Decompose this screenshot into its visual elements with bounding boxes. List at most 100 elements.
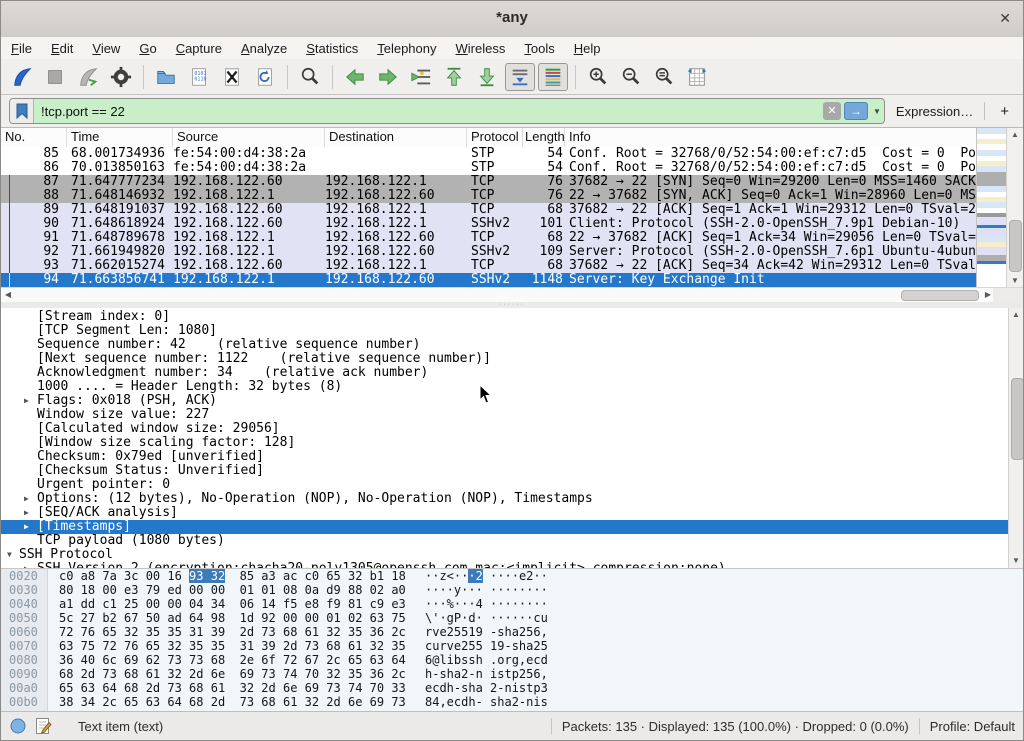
auto-scroll-toggle[interactable] <box>505 63 535 91</box>
filter-apply-button[interactable]: → <box>844 102 868 120</box>
menu-edit[interactable]: Edit <box>51 41 73 56</box>
scroll-up-arrow[interactable]: ▲ <box>1009 308 1023 322</box>
details-vscrollbar[interactable]: ▲ ▼ <box>1008 308 1023 568</box>
profile-indicator[interactable]: Profile: Default <box>930 719 1015 734</box>
display-filter-input[interactable]: !tcp.port == 22 <box>34 104 823 119</box>
reload-file-button[interactable] <box>250 63 280 91</box>
hex-bytes[interactable]: c0 a8 7a 3c 00 16 93 32 85 a3 ac c0 65 3… <box>59 569 406 583</box>
menu-wireless[interactable]: Wireless <box>456 41 506 56</box>
hex-row-00b0[interactable]: 00b038 34 2c 65 63 64 68 2d 73 68 61 32 … <box>1 695 1023 709</box>
detail-line[interactable]: ▶Options: (12 bytes), No-Operation (NOP)… <box>1 492 1011 506</box>
menu-go[interactable]: Go <box>139 41 156 56</box>
filter-add-button[interactable]: + <box>994 103 1015 120</box>
scroll-thumb[interactable] <box>901 290 979 301</box>
filter-bookmark-button[interactable] <box>10 99 34 123</box>
go-to-packet-button[interactable] <box>406 63 436 91</box>
hex-ascii[interactable]: rve25519 -sha256, <box>425 625 548 639</box>
hex-row-0070[interactable]: 007063 75 72 76 65 32 35 35 31 39 2d 73 … <box>1 639 1023 653</box>
hex-row-0060[interactable]: 006072 76 65 32 35 35 31 39 2d 73 68 61 … <box>1 625 1023 639</box>
hex-bytes[interactable]: 72 76 65 32 35 35 31 39 2d 73 68 61 32 3… <box>59 625 406 639</box>
hex-bytes[interactable]: 36 40 6c 69 62 73 73 68 2e 6f 72 67 2c 6… <box>59 653 406 667</box>
menu-analyze[interactable]: Analyze <box>241 41 287 56</box>
collapsed-arrow-icon[interactable]: ▶ <box>24 506 29 520</box>
detail-line[interactable]: ▼SSH Protocol <box>1 548 1011 562</box>
restart-capture-button[interactable] <box>73 63 103 91</box>
detail-line[interactable]: 1000 .... = Header Length: 32 bytes (8) <box>1 380 1011 394</box>
detail-line[interactable]: Acknowledgment number: 34 (relative ack … <box>1 366 1011 380</box>
hex-ascii[interactable]: ··z<···2 ····e2·· <box>425 569 548 583</box>
packet-row-86[interactable]: 8670.013850163fe:54:00:d4:38:2aSTP54Conf… <box>1 161 979 175</box>
hex-bytes[interactable]: 80 18 00 e3 79 ed 00 00 01 01 08 0a d9 8… <box>59 583 406 597</box>
hex-row-0040[interactable]: 0040a1 dd c1 25 00 00 04 34 06 14 f5 e8 … <box>1 597 1023 611</box>
packet-row-90[interactable]: 9071.648618924192.168.122.60192.168.122.… <box>1 217 979 231</box>
hex-ascii[interactable]: ···%···4 ········ <box>425 597 548 611</box>
hex-row-0080[interactable]: 008036 40 6c 69 62 73 73 68 2e 6f 72 67 … <box>1 653 1023 667</box>
packet-row-88[interactable]: 8871.648146932192.168.122.1192.168.122.6… <box>1 189 979 203</box>
hex-row-00a0[interactable]: 00a065 63 64 68 2d 73 68 61 32 2d 6e 69 … <box>1 681 1023 695</box>
packet-row-94[interactable]: 9471.663856741192.168.122.1192.168.122.6… <box>1 273 979 287</box>
packet-row-92[interactable]: 9271.661949820192.168.122.1192.168.122.6… <box>1 245 979 259</box>
menu-capture[interactable]: Capture <box>176 41 222 56</box>
collapsed-arrow-icon[interactable]: ▶ <box>24 520 29 534</box>
detail-line[interactable]: [Window size scaling factor: 128] <box>1 436 1011 450</box>
stop-capture-button[interactable] <box>40 63 70 91</box>
zoom-in-button[interactable] <box>583 63 613 91</box>
scroll-thumb[interactable] <box>1011 378 1024 460</box>
open-file-button[interactable] <box>151 63 181 91</box>
packet-list-vscrollbar[interactable]: ▲ ▼ <box>1006 128 1023 288</box>
packet-row-91[interactable]: 9171.648789678192.168.122.1192.168.122.6… <box>1 231 979 245</box>
zoom-original-button[interactable] <box>649 63 679 91</box>
titlebar[interactable]: *any ✕ <box>1 1 1023 38</box>
menu-statistics[interactable]: Statistics <box>306 41 358 56</box>
save-file-button[interactable]: 01010110 <box>184 63 214 91</box>
hex-bytes[interactable]: 68 2d 73 68 61 32 2d 6e 69 73 74 70 32 3… <box>59 667 406 681</box>
column-header-info[interactable]: Info <box>565 128 979 147</box>
hex-ascii[interactable]: curve255 19-sha25 <box>425 639 548 653</box>
scroll-up-arrow[interactable]: ▲ <box>1007 128 1023 142</box>
menu-tools[interactable]: Tools <box>524 41 554 56</box>
resize-columns-button[interactable] <box>682 63 712 91</box>
detail-line[interactable]: [TCP Segment Len: 1080] <box>1 324 1011 338</box>
detail-line[interactable]: TCP payload (1080 bytes) <box>1 534 1011 548</box>
zoom-out-button[interactable] <box>616 63 646 91</box>
packet-row-87[interactable]: 8771.647777234192.168.122.60192.168.122.… <box>1 175 979 189</box>
hex-bytes[interactable]: 65 63 64 68 2d 73 68 61 32 2d 6e 69 73 7… <box>59 681 406 695</box>
expression-button[interactable]: Expression… <box>894 104 975 119</box>
column-header-length[interactable]: Length <box>523 128 565 147</box>
close-file-button[interactable] <box>217 63 247 91</box>
go-back-button[interactable] <box>340 63 370 91</box>
hex-ascii[interactable]: 6@libssh .org,ecd <box>425 653 548 667</box>
menu-telephony[interactable]: Telephony <box>377 41 436 56</box>
column-header-destination[interactable]: Destination <box>325 128 467 147</box>
column-header-no[interactable]: No. <box>1 128 67 147</box>
scroll-thumb[interactable] <box>1009 220 1022 272</box>
menu-file[interactable]: File <box>11 41 32 56</box>
capture-options-button[interactable] <box>106 63 136 91</box>
intelligent-scrollbar-minimap[interactable] <box>976 128 1007 288</box>
hex-ascii[interactable]: h-sha2-n istp256, <box>425 667 548 681</box>
detail-line[interactable]: [Checksum Status: Unverified] <box>1 464 1011 478</box>
scroll-down-arrow[interactable]: ▼ <box>1007 274 1023 288</box>
capture-comment-icon[interactable] <box>35 717 52 735</box>
hex-row-0050[interactable]: 00505c 27 b2 67 50 ad 64 98 1d 92 00 00 … <box>1 611 1023 625</box>
filter-clear-button[interactable]: ✕ <box>823 102 841 120</box>
detail-line[interactable]: ▶[SEQ/ACK analysis] <box>1 506 1011 520</box>
detail-line[interactable]: [Calculated window size: 29056] <box>1 422 1011 436</box>
detail-line[interactable]: Urgent pointer: 0 <box>1 478 1011 492</box>
packet-list-hscrollbar[interactable]: ◀ ▶ <box>1 287 995 302</box>
hex-bytes[interactable]: 5c 27 b2 67 50 ad 64 98 1d 92 00 00 01 0… <box>59 611 406 625</box>
hex-ascii[interactable]: ecdh-sha 2-nistp3 <box>425 681 548 695</box>
close-button[interactable]: ✕ <box>999 10 1011 27</box>
hex-row-0030[interactable]: 003080 18 00 e3 79 ed 00 00 01 01 08 0a … <box>1 583 1023 597</box>
collapsed-arrow-icon[interactable]: ▶ <box>24 492 29 506</box>
hex-bytes[interactable]: a1 dd c1 25 00 00 04 34 06 14 f5 e8 f9 8… <box>59 597 406 611</box>
expert-info-icon[interactable] <box>9 717 27 735</box>
scroll-left-arrow[interactable]: ◀ <box>1 288 15 302</box>
detail-line[interactable]: Sequence number: 42 (relative sequence n… <box>1 338 1011 352</box>
detail-line[interactable]: Checksum: 0x79ed [unverified] <box>1 450 1011 464</box>
collapsed-arrow-icon[interactable]: ▶ <box>24 394 29 408</box>
hex-row-0090[interactable]: 009068 2d 73 68 61 32 2d 6e 69 73 74 70 … <box>1 667 1023 681</box>
detail-line[interactable]: [Stream index: 0] <box>1 310 1011 324</box>
column-header-source[interactable]: Source <box>173 128 325 147</box>
hex-ascii[interactable]: 84,ecdh- sha2-nis <box>425 695 548 709</box>
